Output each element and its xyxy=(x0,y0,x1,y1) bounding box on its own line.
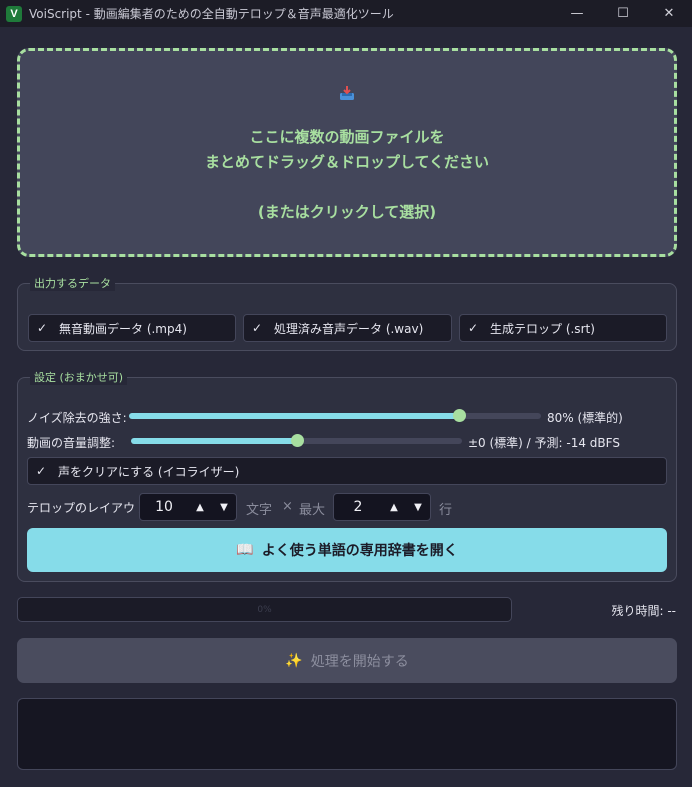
remaining-time: 残り時間: -- xyxy=(611,604,676,618)
noise-slider-handle[interactable] xyxy=(452,409,466,422)
drop-line-1: ここに複数の動画ファイルを xyxy=(249,128,445,146)
window-title: VoiScript - 動画編集者のための全自動テロップ＆音声最適化ツール xyxy=(29,7,394,21)
srt-output-checkbox[interactable]: ✓ 生成テロップ (.srt) xyxy=(459,314,667,342)
progress-text: 0% xyxy=(257,604,272,615)
max-lines-value[interactable]: 2 xyxy=(334,499,382,515)
lines-unit-label: 行 xyxy=(439,503,453,518)
noise-reduction-value: 80% (標準的) xyxy=(547,411,623,425)
minimize-button[interactable]: — xyxy=(554,0,600,27)
drop-line-3: (またはクリックして選択) xyxy=(257,203,437,221)
maximize-button[interactable]: ☐ xyxy=(600,0,646,27)
close-button[interactable]: ✕ xyxy=(646,0,692,27)
wav-output-checkbox[interactable]: ✓ 処理済み音声データ (.wav) xyxy=(243,314,452,342)
output-data-group: 出力するデータ ✓ 無音動画データ (.mp4) ✓ 処理済み音声データ (.w… xyxy=(17,275,677,351)
chars-unit-label: 文字 xyxy=(246,503,273,518)
progress-bar: 0% xyxy=(17,597,512,622)
window-controls: — ☐ ✕ xyxy=(554,0,692,27)
start-processing-button[interactable]: ✨ 処理を開始する xyxy=(17,638,677,683)
drop-line-2: まとめてドラッグ＆ドロップしてください xyxy=(204,153,490,171)
app-logo-icon: V xyxy=(6,5,22,22)
max-label: 最大 xyxy=(299,503,326,518)
noise-reduction-slider[interactable] xyxy=(129,409,541,422)
title-bar: V VoiScript - 動画編集者のための全自動テロップ＆音声最適化ツール … xyxy=(0,0,692,27)
file-drop-zone[interactable]: ここに複数の動画ファイルを まとめてドラッグ＆ドロップしてください (またはクリ… xyxy=(17,48,677,257)
check-icon: ✓ xyxy=(252,321,263,335)
start-processing-label: 処理を開始する xyxy=(310,653,409,670)
chars-per-line-value[interactable]: 10 xyxy=(140,499,188,515)
mp4-output-checkbox[interactable]: ✓ 無音動画データ (.mp4) xyxy=(28,314,236,342)
volume-slider-fill xyxy=(131,438,297,444)
volume-slider-handle[interactable] xyxy=(290,434,304,447)
lines-decrement-icon[interactable]: ▼ xyxy=(406,493,430,521)
lines-increment-icon[interactable]: ▲ xyxy=(382,493,406,521)
wav-output-label: 処理済み音声データ (.wav) xyxy=(274,321,424,336)
chars-per-line-spinbox[interactable]: 10 ▲ ▼ xyxy=(139,493,237,521)
chars-increment-icon[interactable]: ▲ xyxy=(188,493,212,521)
max-lines-spinbox[interactable]: 2 ▲ ▼ xyxy=(333,493,431,521)
output-group-title: 出力するデータ xyxy=(30,275,115,291)
open-dictionary-label: よく使う単語の専用辞書を開く xyxy=(261,543,458,559)
volume-adjust-slider[interactable] xyxy=(131,434,462,447)
equalizer-checkbox[interactable]: ✓ 声をクリアにする (イコライザー) xyxy=(27,457,667,485)
inbox-tray-icon xyxy=(339,85,355,101)
sparkles-icon: ✨ xyxy=(285,652,303,669)
volume-adjust-label: 動画の音量調整: xyxy=(27,436,116,450)
times-symbol: × xyxy=(282,499,293,514)
open-dictionary-button[interactable]: 📖 よく使う単語の専用辞書を開く xyxy=(27,528,667,572)
settings-group-title: 設定 (おまかせ可) xyxy=(30,369,128,385)
noise-reduction-label: ノイズ除去の強さ: xyxy=(27,411,127,425)
drop-instructions: ここに複数の動画ファイルを まとめてドラッグ＆ドロップしてください (またはクリ… xyxy=(205,125,489,225)
mp4-output-label: 無音動画データ (.mp4) xyxy=(59,321,187,336)
volume-adjust-value: ±0 (標準) / 予測: -14 dBFS xyxy=(468,436,620,450)
check-icon: ✓ xyxy=(37,321,48,335)
subtitle-layout-label: テロップのレイアウト: xyxy=(27,501,152,515)
srt-output-label: 生成テロップ (.srt) xyxy=(490,321,595,336)
book-icon: 📖 xyxy=(236,542,254,558)
chars-decrement-icon[interactable]: ▼ xyxy=(212,493,236,521)
log-output-area[interactable] xyxy=(17,698,677,770)
equalizer-label: 声をクリアにする (イコライザー) xyxy=(58,464,240,479)
check-icon: ✓ xyxy=(36,464,47,478)
check-icon: ✓ xyxy=(468,321,479,335)
noise-slider-fill xyxy=(129,413,459,419)
